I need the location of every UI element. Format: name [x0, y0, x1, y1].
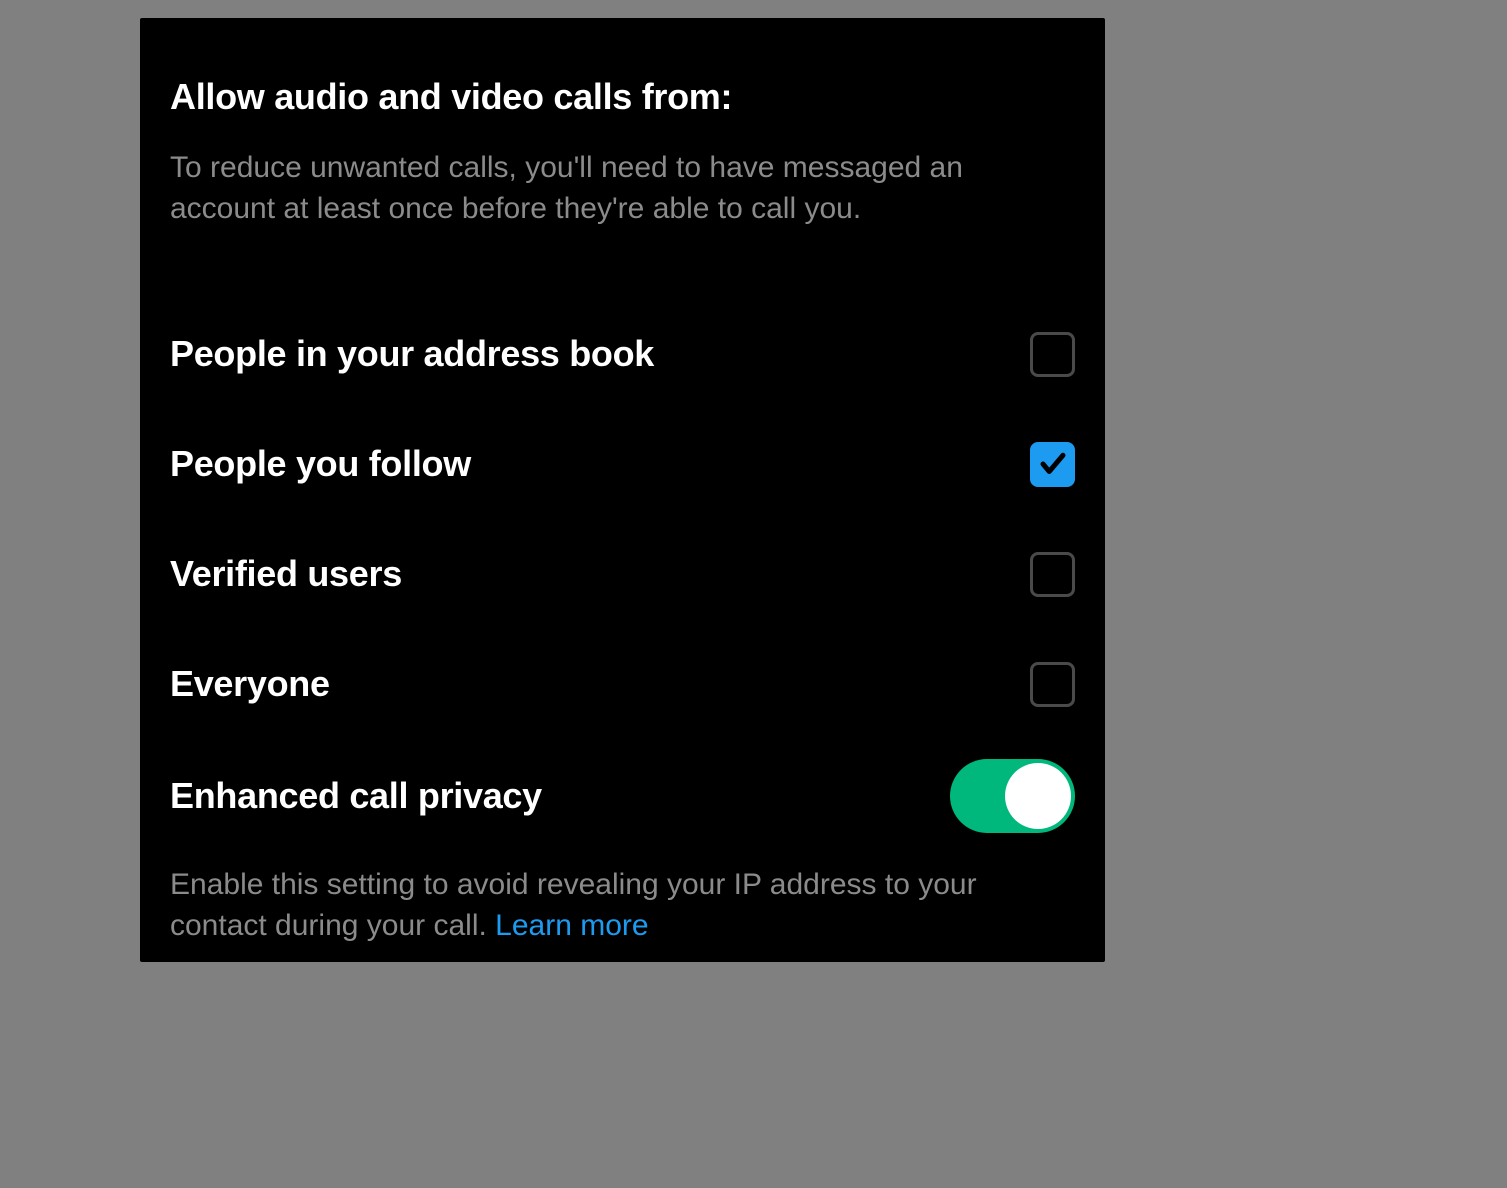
option-row-enhanced-privacy[interactable]: Enhanced call privacy — [170, 741, 1075, 851]
section-description: To reduce unwanted calls, you'll need to… — [170, 148, 1050, 229]
check-icon — [1038, 449, 1068, 479]
option-row-everyone[interactable]: Everyone — [170, 629, 1075, 739]
learn-more-link[interactable]: Learn more — [495, 909, 648, 942]
option-label: Verified users — [170, 553, 402, 595]
option-label: People in your address book — [170, 333, 654, 375]
option-row-people-you-follow[interactable]: People you follow — [170, 409, 1075, 519]
section-title: Allow audio and video calls from: — [170, 76, 1075, 118]
option-row-verified-users[interactable]: Verified users — [170, 519, 1075, 629]
option-row-address-book[interactable]: People in your address book — [170, 299, 1075, 409]
toggle-knob — [1005, 763, 1071, 829]
checkbox-verified-users[interactable] — [1030, 552, 1075, 597]
toggle-enhanced-privacy[interactable] — [950, 759, 1075, 833]
checkbox-address-book[interactable] — [1030, 332, 1075, 377]
option-label: Everyone — [170, 663, 330, 705]
option-label: Enhanced call privacy — [170, 775, 542, 817]
option-label: People you follow — [170, 443, 471, 485]
privacy-description: Enable this setting to avoid revealing y… — [170, 865, 1060, 946]
call-settings-panel: Allow audio and video calls from: To red… — [140, 18, 1105, 962]
checkbox-everyone[interactable] — [1030, 662, 1075, 707]
checkbox-people-you-follow[interactable] — [1030, 442, 1075, 487]
